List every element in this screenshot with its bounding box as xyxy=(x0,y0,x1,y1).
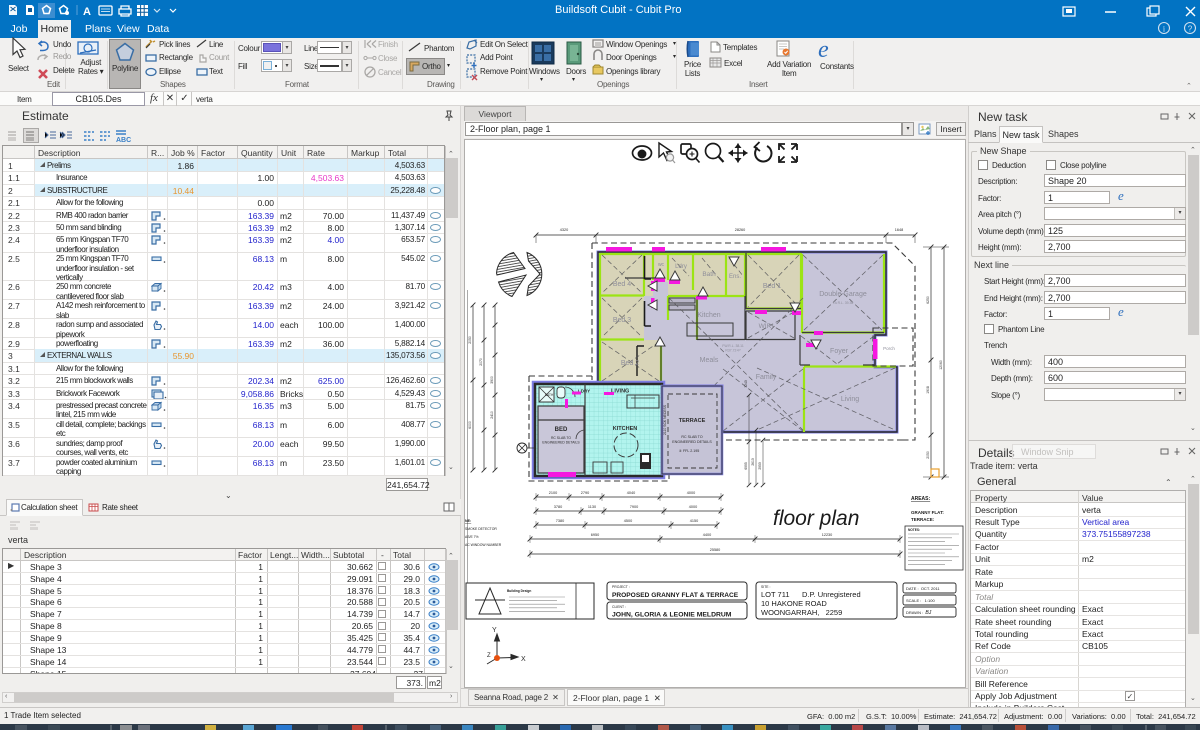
svg-text:SCALE : 1:100: SCALE : 1:100 xyxy=(906,598,935,603)
svg-text:10 HAKONE ROAD: 10 HAKONE ROAD xyxy=(761,599,827,608)
svg-text:7380: 7380 xyxy=(556,519,564,523)
svg-text:AREAS:: AREAS: xyxy=(911,496,931,502)
svg-text:2050: 2050 xyxy=(468,336,472,344)
svg-text:Building Design: Building Design xyxy=(507,589,531,593)
svg-text:?: ? xyxy=(1188,25,1193,34)
svg-text:6250: 6250 xyxy=(926,296,930,304)
svg-text:4000: 4000 xyxy=(689,505,697,509)
svg-text:FA R.L. 39.36: FA R.L. 39.36 xyxy=(833,301,854,305)
svg-text:Kitchen: Kitchen xyxy=(697,312,720,319)
svg-text:R37.72+P: R37.72+P xyxy=(725,349,741,353)
svg-text:SITE :: SITE : xyxy=(761,585,770,589)
svg-text:Bath: Bath xyxy=(702,271,716,278)
svg-text:6000: 6000 xyxy=(468,421,472,429)
svg-text:6995: 6995 xyxy=(744,462,748,470)
svg-text:AS/E 7%: AS/E 7% xyxy=(465,535,479,539)
svg-text:PROJECT :: PROJECT : xyxy=(612,585,630,589)
svg-text:Family: Family xyxy=(756,374,777,381)
svg-text:3780: 3780 xyxy=(554,505,562,509)
svg-text:1130: 1130 xyxy=(588,505,596,509)
svg-text:4000: 4000 xyxy=(687,491,695,495)
svg-text:Y: Y xyxy=(492,627,497,634)
svg-text:12230: 12230 xyxy=(822,533,833,537)
svg-text:KITCHEN: KITCHEN xyxy=(613,426,637,432)
svg-text:Bed 1: Bed 1 xyxy=(763,283,781,290)
svg-text:2950: 2950 xyxy=(758,462,762,470)
svg-text:2100: 2100 xyxy=(549,491,557,495)
svg-text:RC SLAB TO: RC SLAB TO xyxy=(681,435,702,439)
svg-text:3240: 3240 xyxy=(744,380,748,388)
svg-text:FW.R.L. 38.11: FW.R.L. 38.11 xyxy=(722,344,744,348)
svg-text:Living: Living xyxy=(841,396,859,403)
svg-text:WIR: WIR xyxy=(759,323,772,330)
svg-text:floor plan: floor plan xyxy=(773,507,859,530)
svg-text:JOHN, GLORIA & LEONIE MELDRUM: JOHN, GLORIA & LEONIE MELDRUM xyxy=(612,612,732,619)
svg-text:BED: BED xyxy=(555,427,568,433)
svg-text:Bed 2: Bed 2 xyxy=(621,360,639,367)
svg-text:ENGINEERED DETAILS: ENGINEERED DETAILS xyxy=(542,441,580,445)
svg-text:i: i xyxy=(1163,25,1166,34)
svg-text:4040: 4040 xyxy=(627,491,635,495)
svg-text:2070: 2070 xyxy=(479,358,483,366)
svg-text:SMOKE DETECTOR: SMOKE DETECTOR xyxy=(465,527,497,531)
svg-text:ENGINEERED DETAILS: ENGINEERED DETAILS xyxy=(672,440,712,444)
svg-text:PROPOSED GRANNY FLAT & TERRACE: PROPOSED GRANNY FLAT & TERRACE xyxy=(612,592,739,599)
svg-text:Meals: Meals xyxy=(700,357,719,364)
svg-text:2410: 2410 xyxy=(490,411,494,419)
svg-text:Ens.: Ens. xyxy=(729,274,741,280)
svg-text:12060: 12060 xyxy=(939,360,943,370)
svg-text:2790: 2790 xyxy=(581,491,589,495)
svg-text:AC WINDOW NUMBER: AC WINDOW NUMBER xyxy=(465,543,502,547)
svg-text:NOTES:: NOTES: xyxy=(908,528,920,532)
svg-text:4320: 4320 xyxy=(560,228,568,232)
svg-text:NE:: NE: xyxy=(465,519,471,523)
svg-text:Double Garage: Double Garage xyxy=(819,291,867,298)
svg-text:1648: 1648 xyxy=(895,228,903,232)
svg-text:4150: 4150 xyxy=(690,519,698,523)
svg-text:Bed 4: Bed 4 xyxy=(613,281,631,288)
svg-text:Foyer: Foyer xyxy=(830,348,849,355)
svg-text:Bed 3: Bed 3 xyxy=(613,317,631,324)
svg-text:25580: 25580 xyxy=(710,548,721,552)
svg-text:BATH: BATH xyxy=(545,393,554,397)
svg-text:4500: 4500 xyxy=(624,519,632,523)
svg-text:ABC: ABC xyxy=(116,137,131,144)
svg-text:CLIENT :: CLIENT : xyxy=(612,605,626,609)
svg-text:Z: Z xyxy=(487,653,491,659)
svg-text:4400: 4400 xyxy=(703,533,711,537)
svg-text:DATE : OCT. 2011: DATE : OCT. 2011 xyxy=(906,586,940,591)
svg-text:X: X xyxy=(521,656,526,663)
svg-text:2110 SCK NECESS: 2110 SCK NECESS xyxy=(663,404,667,435)
svg-text:A: A xyxy=(83,6,91,18)
svg-text:1908: 1908 xyxy=(926,386,930,394)
svg-text:TERRACE: TERRACE xyxy=(679,418,706,424)
svg-text:② FFL 2.195: ② FFL 2.195 xyxy=(679,449,699,453)
svg-text:LOT 711 D.P. Unregistered: LOT 711 D.P. Unregistered xyxy=(761,590,861,599)
svg-text:GRANNY FLAT:: GRANNY FLAT: xyxy=(911,510,944,515)
svg-text:28260: 28260 xyxy=(735,228,746,232)
svg-text:TERRACE:: TERRACE: xyxy=(911,517,935,522)
svg-text:3900: 3900 xyxy=(490,376,494,384)
svg-text:RC SLAB TO: RC SLAB TO xyxy=(551,436,571,440)
svg-text:wc: wc xyxy=(658,262,665,268)
svg-text:2610: 2610 xyxy=(751,458,755,466)
svg-text:2050: 2050 xyxy=(926,451,930,459)
svg-text:6950: 6950 xyxy=(591,533,599,537)
svg-text:Ldry: Ldry xyxy=(675,264,687,270)
svg-text:WOONGARRAH, 2259: WOONGARRAH, 2259 xyxy=(761,608,842,617)
svg-text:7900: 7900 xyxy=(630,505,638,509)
svg-text:Porch: Porch xyxy=(883,346,895,351)
